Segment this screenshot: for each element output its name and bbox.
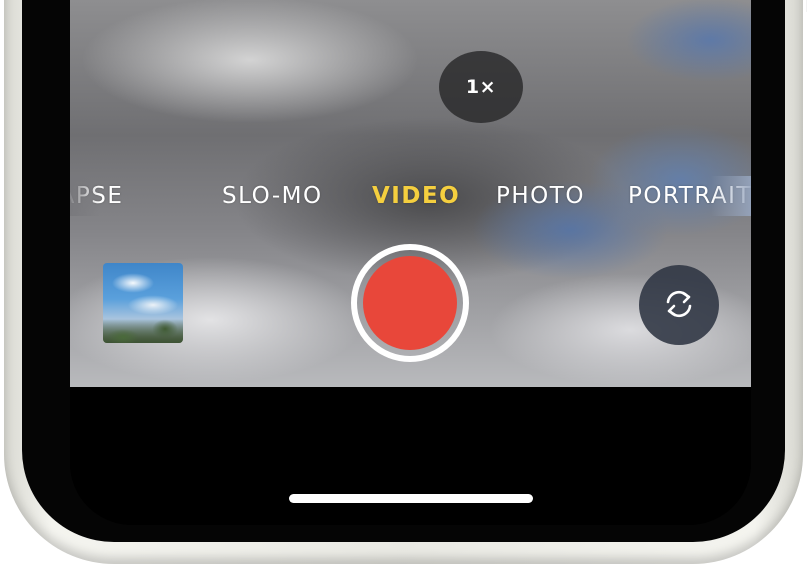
record-button[interactable] xyxy=(351,244,469,362)
mode-video[interactable]: VIDEO xyxy=(372,176,460,216)
record-button-core xyxy=(363,256,457,350)
camera-viewfinder[interactable]: 1× E-LAPSE SLO-MO VIDEO PHOTO PORTRAIT xyxy=(70,0,751,387)
mode-fade-left xyxy=(70,176,100,216)
mode-photo[interactable]: PHOTO xyxy=(496,176,585,216)
zoom-button[interactable]: 1× xyxy=(439,51,523,123)
phone-screen: 1× E-LAPSE SLO-MO VIDEO PHOTO PORTRAIT xyxy=(70,0,751,525)
camera-screen: 1× E-LAPSE SLO-MO VIDEO PHOTO PORTRAIT xyxy=(0,0,807,567)
flip-camera-button[interactable] xyxy=(639,265,719,345)
last-capture-thumbnail[interactable] xyxy=(103,263,183,343)
mode-selector[interactable]: E-LAPSE SLO-MO VIDEO PHOTO PORTRAIT xyxy=(70,176,751,216)
bottom-bar xyxy=(70,387,751,525)
thumbnail-image-detail xyxy=(103,319,183,343)
mode-slo-mo[interactable]: SLO-MO xyxy=(222,176,323,216)
home-indicator[interactable] xyxy=(289,494,533,503)
camera-flip-icon xyxy=(659,284,699,327)
mode-fade-right xyxy=(711,176,751,216)
zoom-label: 1× xyxy=(465,76,497,98)
